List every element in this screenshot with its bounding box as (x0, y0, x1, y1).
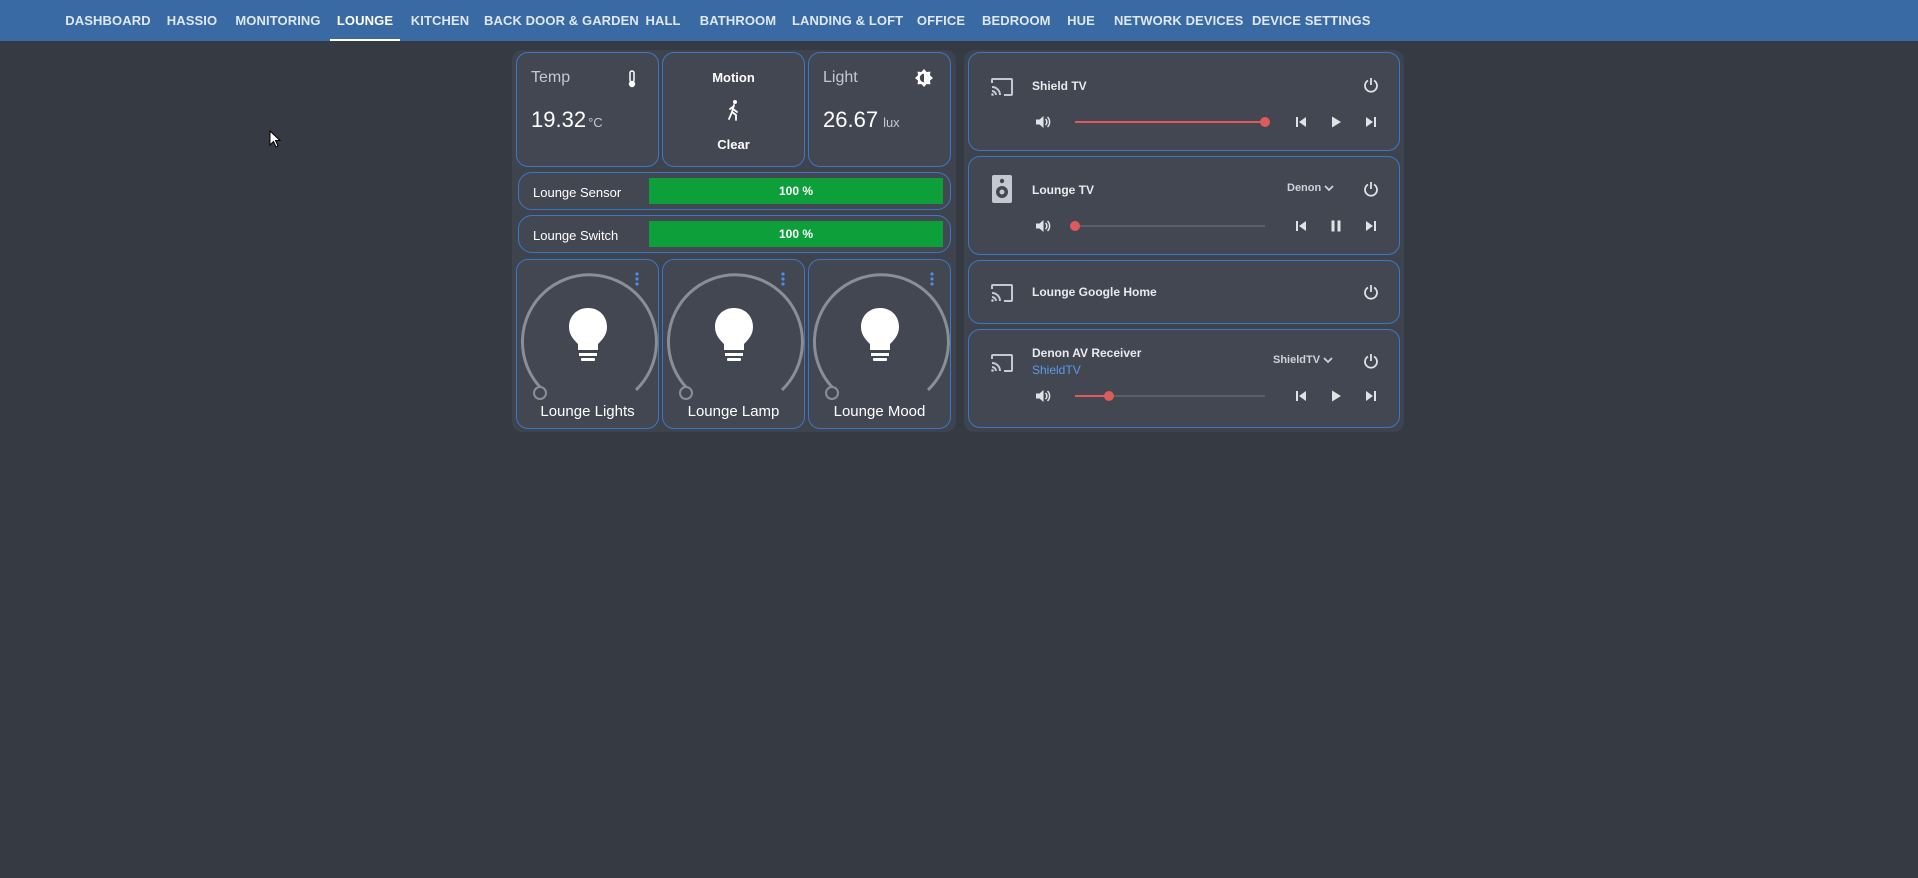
volume-slider[interactable] (1070, 221, 1265, 231)
temp-sensor-card[interactable]: Temp 19.32 °C (516, 52, 659, 167)
light-value: 26.67 (823, 107, 879, 132)
volume-slider-fill (1075, 121, 1265, 123)
media-card-lounge-tv: Lounge TV Denon (968, 156, 1400, 255)
previous-track-button[interactable] (1294, 389, 1308, 403)
light-bulb-icon[interactable] (568, 307, 608, 363)
source-select[interactable]: ShieldTV (1273, 354, 1333, 366)
chevron-down-icon (1323, 356, 1333, 363)
media-name: Lounge Google Home (1032, 285, 1157, 299)
temp-unit: °C (588, 115, 603, 130)
thermometer-icon (628, 70, 636, 88)
volume-icon[interactable] (1035, 218, 1051, 234)
walking-person-icon (728, 100, 738, 121)
tab-network-devices[interactable]: NETWORK DEVICES (1114, 0, 1243, 41)
next-track-button[interactable] (1364, 389, 1378, 403)
motion-state: Clear (717, 137, 750, 152)
light-name: Lounge Lights (540, 403, 635, 420)
lounge-sensor-bar-card: Lounge Sensor 100 % (518, 172, 951, 210)
light-sensor-card[interactable]: Light 26.67 lux (808, 52, 951, 167)
tab-dashboard[interactable]: DASHBOARD (60, 0, 156, 41)
light-card-lounge-lamp[interactable]: Lounge Lamp (662, 259, 805, 429)
media-name: Shield TV (1032, 79, 1087, 93)
tab-device-settings[interactable]: DEVICE SETTINGS (1252, 0, 1370, 41)
motion-sensor-card[interactable]: Motion Clear (662, 52, 805, 167)
lounge-switch-progress-bar: 100 % (649, 221, 943, 247)
play-button[interactable] (1329, 115, 1343, 129)
media-card-denon-av-receiver: Denon AV Receiver ShieldTV ShieldTV (968, 329, 1400, 428)
light-value-row: 26.67 lux (823, 107, 900, 133)
lounge-switch-bar-card: Lounge Switch 100 % (518, 215, 951, 253)
power-button[interactable] (1363, 77, 1379, 93)
previous-track-button[interactable] (1294, 115, 1308, 129)
chevron-down-icon (1324, 184, 1334, 191)
tab-back-door-garden[interactable]: BACK DOOR & GARDEN (484, 0, 639, 41)
volume-slider-handle[interactable] (1070, 221, 1080, 231)
mouse-cursor-icon (269, 130, 281, 148)
light-title: Light (823, 69, 858, 86)
light-bulb-icon[interactable] (860, 307, 900, 363)
temp-title: Temp (531, 69, 571, 86)
lounge-sensors-panel: Temp 19.32 °C Motion Clear Light 26.67 lux… (512, 50, 956, 432)
pause-button[interactable] (1329, 219, 1343, 233)
power-button[interactable] (1363, 353, 1379, 369)
volume-slider-handle[interactable] (1104, 391, 1115, 401)
cast-icon (991, 284, 1013, 302)
media-name: Denon AV Receiver (1032, 346, 1142, 360)
lounge-sensor-progress-bar: 100 % (649, 178, 943, 204)
temp-value-row: 19.32 °C (531, 107, 603, 133)
tab-hue[interactable]: HUE (1060, 0, 1102, 41)
bar-label-lounge-sensor: Lounge Sensor (533, 185, 622, 200)
power-button[interactable] (1363, 284, 1379, 300)
power-button[interactable] (1363, 181, 1379, 197)
tab-office[interactable]: OFFICE (912, 0, 970, 41)
tab-monitoring[interactable]: MONITORING (232, 0, 324, 41)
media-card-lounge-google-home: Lounge Google Home (968, 260, 1400, 324)
cast-icon (991, 354, 1013, 372)
bar-value-text: 100 % (778, 227, 814, 241)
top-navigation-bar: DASHBOARD HASSIO MONITORING LOUNGE KITCH… (0, 0, 1918, 41)
volume-icon[interactable] (1035, 114, 1051, 130)
tab-bathroom[interactable]: BATHROOM (698, 0, 778, 41)
next-track-button[interactable] (1364, 115, 1378, 129)
volume-slider[interactable] (1075, 391, 1265, 401)
tab-lounge[interactable]: LOUNGE (330, 0, 400, 41)
source-select-value: ShieldTV (1273, 354, 1321, 366)
light-card-lounge-lights[interactable]: Lounge Lights (516, 259, 659, 429)
motion-title: Motion (712, 70, 755, 85)
media-players-panel: Shield TV Lounge TV Denon Lounge Google … (964, 50, 1404, 432)
speaker-icon (992, 175, 1012, 203)
media-card-shield-tv: Shield TV (968, 52, 1400, 151)
previous-track-button[interactable] (1294, 219, 1308, 233)
temp-value: 19.32 (531, 107, 587, 132)
source-select-value: Denon (1287, 182, 1322, 194)
light-unit: lux (883, 115, 900, 130)
volume-icon[interactable] (1035, 388, 1051, 404)
volume-slider-handle[interactable] (1260, 117, 1270, 127)
next-track-button[interactable] (1364, 219, 1378, 233)
bar-value-text: 100 % (778, 184, 814, 198)
play-button[interactable] (1329, 389, 1343, 403)
brightness-icon (915, 69, 933, 87)
volume-slider[interactable] (1075, 117, 1270, 127)
media-name: Lounge TV (1032, 183, 1094, 197)
bar-label-lounge-switch: Lounge Switch (533, 228, 619, 243)
tab-hassio[interactable]: HASSIO (162, 0, 222, 41)
tab-bedroom[interactable]: BEDROOM (982, 0, 1050, 41)
light-name: Lounge Lamp (687, 403, 780, 420)
media-subtitle: ShieldTV (1032, 363, 1081, 377)
cast-icon (991, 78, 1013, 96)
tab-kitchen[interactable]: KITCHEN (408, 0, 472, 41)
light-name: Lounge Mood (833, 403, 926, 420)
light-bulb-icon[interactable] (714, 307, 754, 363)
tab-landing-loft[interactable]: LANDING & LOFT (792, 0, 903, 41)
tab-hall[interactable]: HALL (640, 0, 686, 41)
source-select[interactable]: Denon (1287, 182, 1334, 194)
light-card-lounge-mood[interactable]: Lounge Mood (808, 259, 951, 429)
